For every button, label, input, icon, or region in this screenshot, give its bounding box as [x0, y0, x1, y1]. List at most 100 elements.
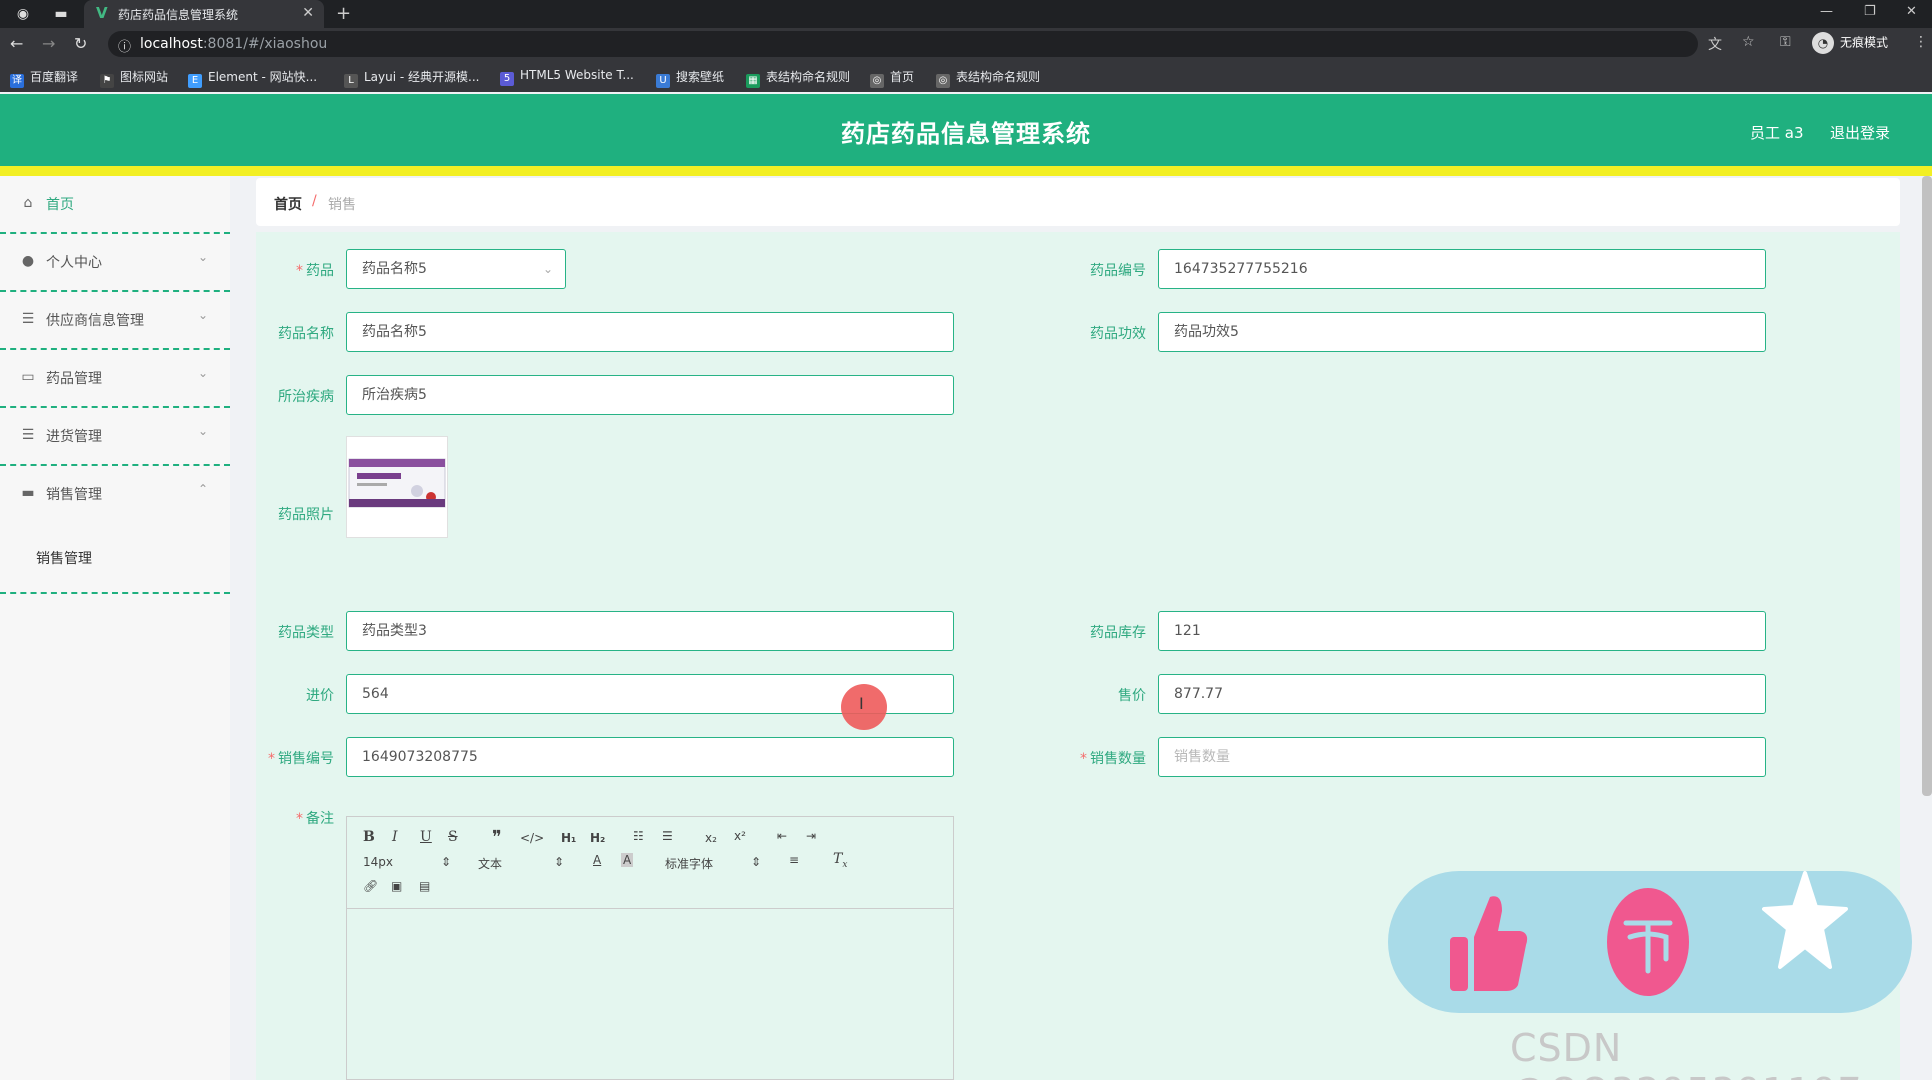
logout-button[interactable]: 退出登录 — [1830, 122, 1890, 143]
reload-icon[interactable]: ↻ — [74, 34, 87, 53]
drug-select[interactable]: 药品名称5 ⌄ — [346, 249, 566, 289]
font-size-select[interactable]: 14px ⇕ — [363, 855, 451, 869]
minimize-icon[interactable]: — — [1820, 4, 1833, 19]
sidebar-item-label: 个人中心 — [46, 255, 102, 271]
app-header: 药店药品信息管理系统 员工 a3 退出登录 — [0, 94, 1932, 166]
heading-select[interactable]: 文本 ⇕ — [478, 855, 564, 872]
thumbs-up-icon[interactable] — [1446, 891, 1530, 999]
label-text: 销售数量 — [1090, 751, 1146, 767]
bookmark-item[interactable]: ▦ 表结构命名规则 — [746, 68, 850, 88]
url-input[interactable]: ⓘ localhost:8081/#/xiaoshou — [108, 31, 1698, 57]
address-bar: ← → ↻ ⓘ localhost:8081/#/xiaoshou 文 ☆ ⚿ … — [0, 28, 1932, 60]
select-arrow-icon: ⇕ — [751, 855, 762, 869]
video-icon[interactable]: ▤ — [419, 879, 430, 893]
font-color-icon[interactable]: A — [593, 853, 601, 867]
drug-photo[interactable] — [346, 436, 448, 538]
layui-icon: L — [344, 74, 358, 88]
sidebar-item-supplier[interactable]: ☰ 供应商信息管理 ⌄ — [0, 292, 230, 350]
bookmarks-bar: 译百度翻译 ⚑ 图标网站 E Element - 网站快... L Layui - 经… — [0, 60, 1932, 92]
clear-format-icon[interactable]: Tx — [833, 851, 847, 870]
bold-icon[interactable]: B — [363, 829, 375, 845]
click-indicator: I — [841, 684, 887, 730]
code-icon[interactable]: </> — [520, 831, 544, 845]
bookmark-item[interactable]: ◎ 首页 — [870, 68, 914, 88]
site-info-icon[interactable]: ⓘ — [118, 36, 131, 55]
bookmark-item[interactable]: ◎ 表结构命名规则 — [936, 68, 1040, 88]
required-mark: * — [296, 811, 303, 827]
close-tab-icon[interactable]: ✕ — [302, 5, 314, 21]
image-icon[interactable]: ▣ — [391, 879, 402, 893]
italic-icon[interactable]: I — [392, 829, 398, 845]
coin-icon[interactable] — [1606, 887, 1690, 1001]
disease-field[interactable]: 所治疾病5 — [346, 375, 954, 415]
browser-tab[interactable]: V 药店药品信息管理系统 ✕ — [84, 0, 324, 28]
heading1-icon[interactable]: H₁ — [561, 831, 576, 845]
drug-code-field[interactable]: 164735277755216 — [1158, 249, 1766, 289]
align-icon[interactable]: ≡ — [789, 853, 799, 867]
back-icon[interactable]: ← — [10, 34, 23, 53]
favorite-star-icon[interactable] — [1762, 871, 1848, 979]
incognito-badge[interactable]: ◔ 无痕模式 — [1812, 32, 1888, 54]
drug-type-field[interactable]: 药品类型3 — [346, 611, 954, 651]
sidebar-subitem-label: 销售管理 — [36, 551, 92, 567]
outdent-icon[interactable]: ⇤ — [777, 829, 787, 843]
globe-icon: ◎ — [936, 74, 950, 88]
font-family-select[interactable]: 标准字体 ⇕ — [665, 855, 761, 872]
drug-photo-label: 药品照片 — [278, 507, 334, 523]
bookmark-item[interactable]: 5 HTML5 Website T... — [500, 68, 634, 86]
star-bookmark-icon[interactable]: ☆ — [1742, 34, 1755, 50]
drug-name-label: 药品名称 — [278, 326, 334, 342]
drug-effect-field[interactable]: 药品功效5 — [1158, 312, 1766, 352]
drug-stock-field[interactable]: 121 — [1158, 611, 1766, 651]
page-scrollbar[interactable] — [1922, 176, 1932, 796]
forward-icon[interactable]: → — [42, 34, 55, 53]
translate-icon[interactable]: 文 — [1708, 34, 1722, 54]
sidebar-item-drugs[interactable]: ▭ 药品管理 ⌄ — [0, 350, 230, 408]
heading-value: 文本 — [478, 857, 503, 871]
bullet-list-icon[interactable]: ☰ — [662, 829, 673, 843]
editor-content-area[interactable] — [347, 909, 953, 1079]
sidebar: ⌂ 首页 ● 个人中心 ⌄ ☰ 供应商信息管理 ⌄ ▭ 药品管理 ⌄ ☰ 进货管… — [0, 176, 230, 1080]
url-host: localhost — [140, 36, 203, 52]
link-icon[interactable]: 🔗︎ — [363, 879, 378, 893]
drug-select-value: 药品名称5 — [362, 261, 427, 277]
browser-more-icon[interactable]: ⋮ — [1914, 34, 1928, 50]
text-cursor-icon: I — [859, 694, 864, 713]
current-user: 员工 a3 — [1750, 124, 1804, 142]
window-close-icon[interactable]: ✕ — [1906, 4, 1917, 19]
drug-name-field[interactable]: 药品名称5 — [346, 312, 954, 352]
sidebar-item-sales[interactable]: ▬ 销售管理 ⌃ — [0, 466, 230, 524]
sale-number-field[interactable]: 1649073208775 — [346, 737, 954, 777]
breadcrumb-home[interactable]: 首页 — [274, 194, 302, 214]
key-icon[interactable]: ⚿ — [1780, 34, 1791, 50]
heading2-icon[interactable]: H₂ — [590, 831, 605, 845]
bookmark-item[interactable]: U 搜索壁纸 — [656, 68, 724, 88]
restore-icon[interactable]: ❐ — [1864, 4, 1876, 19]
tab-overview-icon[interactable]: ▬ — [50, 3, 72, 25]
sidebar-item-purchase[interactable]: ☰ 进货管理 ⌄ — [0, 408, 230, 466]
sale-price-field[interactable]: 877.77 — [1158, 674, 1766, 714]
sidebar-item-profile[interactable]: ● 个人中心 ⌄ — [0, 234, 230, 292]
bookmark-item[interactable]: ⚑ 图标网站 — [100, 68, 168, 88]
bookmark-item[interactable]: E Element - 网站快... — [188, 68, 317, 88]
strikethrough-icon[interactable]: S — [448, 829, 458, 845]
sidebar-item-home[interactable]: ⌂ 首页 — [0, 176, 230, 234]
quote-icon[interactable]: ❞ — [492, 827, 502, 848]
indent-icon[interactable]: ⇥ — [806, 829, 816, 843]
wallpaper-icon: U — [656, 74, 670, 88]
bookmark-label: 图标网站 — [120, 70, 169, 84]
superscript-icon[interactable]: x² — [734, 829, 746, 843]
bookmark-item[interactable]: L Layui - 经典开源模... — [344, 68, 479, 88]
bookmark-label: 搜索壁纸 — [676, 70, 725, 84]
ordered-list-icon[interactable]: ☷ — [633, 829, 644, 843]
sidebar-subitem-sales[interactable]: 销售管理 — [0, 524, 230, 594]
bookmark-item[interactable]: 译百度翻译 — [10, 68, 78, 88]
element-icon: E — [188, 74, 202, 88]
new-tab-icon[interactable]: + — [336, 3, 351, 24]
subscript-icon[interactable]: x₂ — [705, 831, 717, 845]
background-color-icon[interactable]: A — [621, 853, 634, 867]
underline-icon[interactable]: U — [420, 829, 432, 845]
sale-quantity-input[interactable]: 销售数量 — [1158, 737, 1766, 777]
browser-menu-icon[interactable]: ◉ — [12, 3, 34, 25]
sale-quantity-label: * 销售数量 — [1066, 748, 1146, 768]
